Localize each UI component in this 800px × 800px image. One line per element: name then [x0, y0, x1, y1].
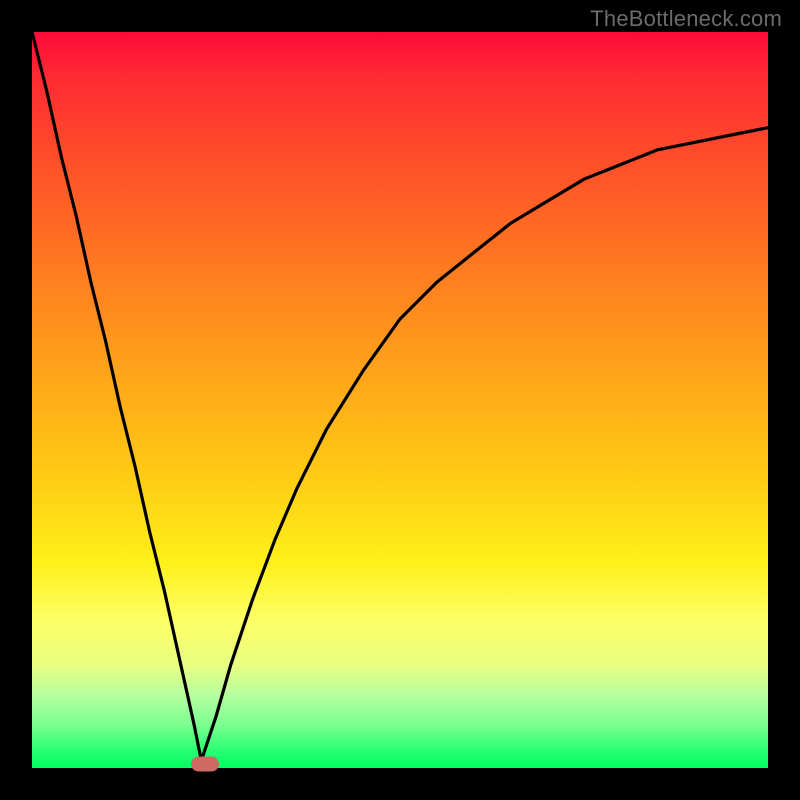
chart-frame: TheBottleneck.com: [0, 0, 800, 800]
watermark-text: TheBottleneck.com: [590, 6, 782, 32]
minimum-marker: [191, 756, 219, 771]
plot-area: [32, 32, 768, 768]
curve-right-branch: [201, 128, 768, 761]
curve-left-branch: [32, 32, 201, 761]
curve-layer: [32, 32, 768, 768]
